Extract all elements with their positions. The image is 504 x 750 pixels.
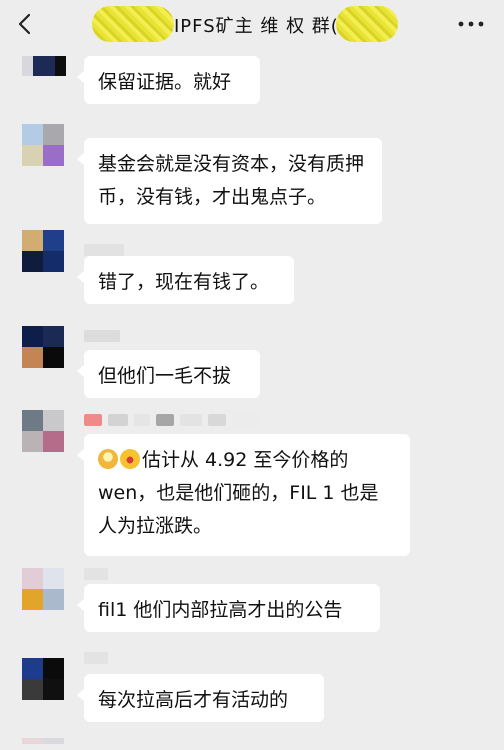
- laughing-emoji-icon: [120, 449, 140, 469]
- message-bubble: 保留证据。就好: [77, 56, 260, 104]
- avatar[interactable]: [22, 568, 64, 610]
- sender-name-redacted: [84, 568, 108, 580]
- avatar[interactable]: [22, 124, 64, 166]
- avatar[interactable]: [22, 410, 64, 452]
- title-redaction: [92, 6, 174, 42]
- message-text: 基金会就是没有资本，没有质押币，没有钱，才出鬼点子。: [98, 153, 365, 208]
- message-text: 错了，现在有钱了。: [98, 271, 270, 293]
- title-redaction: [336, 6, 398, 42]
- avatar[interactable]: [22, 326, 64, 368]
- avatar[interactable]: [22, 738, 64, 750]
- more-dots-icon[interactable]: [456, 12, 486, 36]
- chat-title: IPFS矿主 维 权 群(: [174, 16, 339, 37]
- message-text: 每次拉高后才有活动的: [98, 689, 289, 711]
- avatar[interactable]: [22, 658, 64, 700]
- message-text: 保留证据。就好: [98, 71, 232, 93]
- avatar[interactable]: [22, 230, 64, 272]
- message-bubble: 基金会就是没有资本，没有质押币，没有钱，才出鬼点子。: [77, 138, 382, 224]
- message-bubble: fil1 他们内部拉高才出的公告: [77, 584, 380, 632]
- chat-title-area[interactable]: IPFS矿主 维 权 群(: [92, 4, 398, 44]
- sender-name-redacted: [84, 330, 120, 342]
- message-bubble: 但他们一毛不拔: [77, 350, 260, 398]
- scream-emoji-icon: [98, 449, 118, 469]
- message-text: fil1 他们内部拉高才出的公告: [98, 599, 343, 621]
- message-bubble: 每次拉高后才有活动的: [77, 674, 324, 722]
- message-bubble: 估计从 4.92 至今价格的 wen，也是他们砸的，FIL 1 也是人为拉涨跌。: [77, 434, 410, 556]
- sender-name-redacted: [84, 244, 124, 256]
- chevron-left-icon[interactable]: [14, 12, 38, 36]
- message-text: 但他们一毛不拔: [98, 365, 232, 387]
- message-bubble: 错了，现在有钱了。: [77, 256, 294, 304]
- message-text: 估计从 4.92 至今价格的 wen，也是他们砸的，FIL 1 也是人为拉涨跌。: [98, 449, 379, 537]
- sender-name-redacted: [84, 652, 108, 664]
- avatar[interactable]: [22, 56, 66, 76]
- chat-header: IPFS矿主 维 权 群(: [0, 0, 504, 50]
- sender-name-redacted: [84, 414, 262, 426]
